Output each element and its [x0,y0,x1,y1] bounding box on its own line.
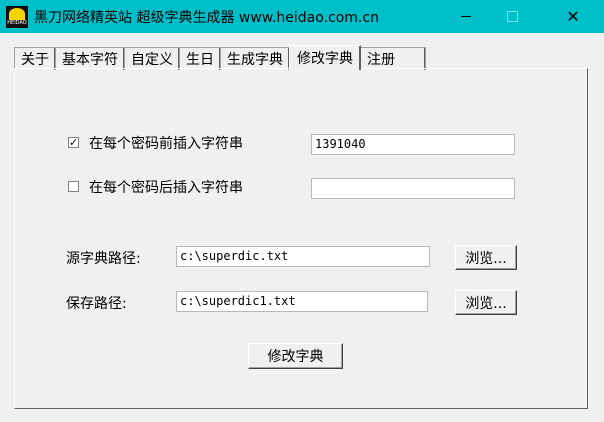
tab-about[interactable]: 关于 [14,47,56,70]
tab-birthday[interactable]: 生日 [179,47,221,70]
modify-dict-button[interactable]: 修改字典 [248,343,343,369]
title-bar: HEIDAO 黑刀网络精英站 超级字典生成器 www.heidao.com.cn… [0,0,604,33]
minimize-icon [461,16,471,17]
source-path-input[interactable]: c:\superdic.txt [176,246,430,267]
source-path-label: 源字典路径: [66,251,141,267]
app-logo-icon: HEIDAO [6,5,28,28]
tab-label: 自定义 [131,52,173,68]
checkmark-icon: ✓ [69,136,79,149]
minimize-button[interactable] [443,0,489,33]
save-path-label: 保存路径: [66,296,127,312]
prefix-checkbox[interactable]: ✓ [68,137,79,148]
maximize-button [489,0,535,33]
tab-modify-dict[interactable]: 修改字典 [289,45,361,70]
window-title: 黑刀网络精英站 超级字典生成器 www.heidao.com.cn [34,9,379,26]
close-button[interactable]: ✕ [550,0,596,33]
maximize-icon [506,11,518,22]
tab-label: 基本字符 [62,52,118,68]
tab-bar: 关于 基本字符 自定义 生日 生成字典 修改字典 注册 [14,45,426,70]
tab-custom[interactable]: 自定义 [124,47,180,70]
save-browse-button[interactable]: 浏览... [455,290,517,315]
save-path-input[interactable]: c:\superdic1.txt [176,291,428,312]
suffix-checkbox[interactable] [68,181,79,192]
suffix-input[interactable] [311,178,515,199]
tab-basic-chars[interactable]: 基本字符 [55,47,125,70]
close-icon: ✕ [566,7,580,26]
tab-label: 修改字典 [297,51,353,67]
suffix-check-label: 在每个密码后插入字符串 [89,180,243,196]
tab-label: 关于 [21,52,49,68]
tab-generate-dict[interactable]: 生成字典 [220,47,290,70]
app-logo-text: HEIDAO [7,19,27,26]
radiation-icon [9,7,25,20]
source-browse-button[interactable]: 浏览... [455,245,517,270]
tab-label: 生成字典 [227,52,283,68]
tab-label: 生日 [186,52,214,68]
prefix-check-label: 在每个密码前插入字符串 [89,136,243,152]
tab-register[interactable]: 注册 [360,47,426,70]
prefix-input[interactable]: 1391040 [311,134,515,155]
tab-label: 注册 [367,52,395,68]
